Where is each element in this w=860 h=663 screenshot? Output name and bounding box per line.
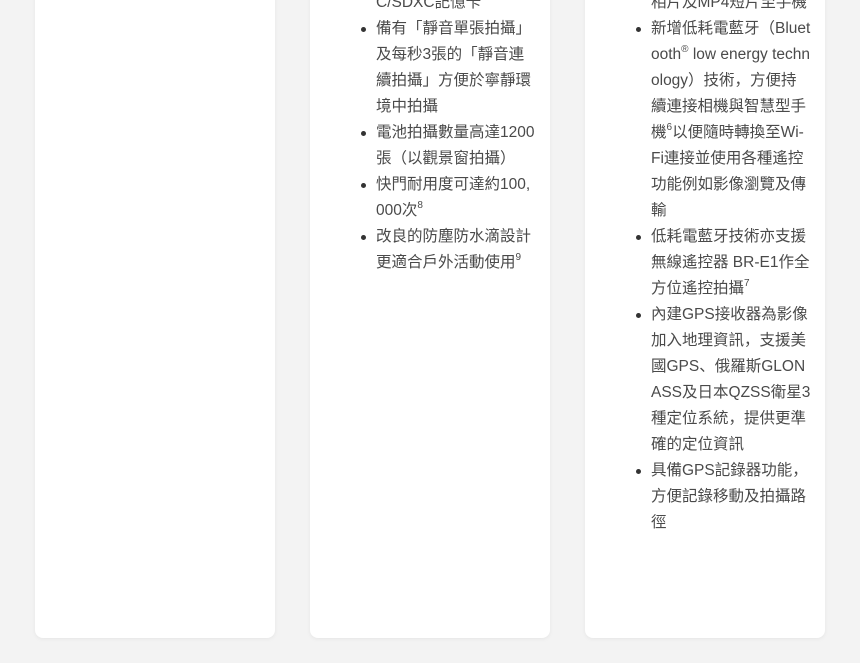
feature-item-smartphone-transfer: 智慧型手機瀏覽及儲存相片及MP4短片至手機 <box>651 0 811 16</box>
feature-item-text: 內建GPS接收器為影像加入地理資訊，支援美國GPS、俄羅斯GLONASS及日本Q… <box>651 306 811 453</box>
feature-item-shutter-durability: 快門耐用度可達約100,000次8 <box>361 172 536 224</box>
feature-item-text: 智慧型手機瀏覽及儲存相片及MP4短片至手機 <box>651 0 807 11</box>
footnote-marker: 9 <box>515 251 522 263</box>
feature-item-text: 備有「靜音單張拍攝」及每秒3張的「靜音連續拍攝」方便於寧靜環境中拍攝 <box>376 20 532 115</box>
feature-card-right: 智慧型手機瀏覽及儲存相片及MP4短片至手機 新增低耗電藍牙（Bluetooth®… <box>585 0 825 638</box>
feature-item-gps-receiver: 內建GPS接收器為影像加入地理資訊，支援美國GPS、俄羅斯GLONASS及日本Q… <box>636 302 811 458</box>
footnote-marker: 7 <box>744 277 750 289</box>
feature-item-weather-sealing: 改良的防塵防水滴設計更適合戶外活動使用9 <box>361 224 536 276</box>
feature-item-text: Class 3 相容SD/SDHC/SDXC記憶卡 <box>376 0 482 11</box>
feature-item-battery: 電池拍攝數量高達1200張（以觀景窗拍攝） <box>361 120 536 172</box>
feature-item-gps-logger: 具備GPS記錄器功能，方便記錄移動及拍攝路徑 <box>636 458 811 536</box>
feature-item-memory-card: Class 3 相容SD/SDHC/SDXC記憶卡 <box>376 0 536 16</box>
feature-item-remote-control: 低耗電藍牙技術亦支援無線遙控器 BR-E1作全方位遙控拍攝7 <box>636 224 811 302</box>
feature-item-bluetooth: 新增低耗電藍牙（Bluetooth® low energy technology… <box>636 16 811 224</box>
feature-item-text: 以便隨時轉換至Wi-Fi連接並使用各種遙控功能例如影像瀏覽及傳輸 <box>651 124 807 219</box>
feature-item-text: 具備GPS記錄器功能，方便記錄移動及拍攝路徑 <box>651 462 808 531</box>
feature-list: Class 3 相容SD/SDHC/SDXC記憶卡 備有「靜音單張拍攝」及每秒3… <box>361 0 536 276</box>
feature-item-text: 低耗電藍牙技術亦支援無線遙控器 BR-E1作全方位遙控拍攝 <box>651 228 810 297</box>
feature-item-text: 電池拍攝數量高達1200張（以觀景窗拍攝） <box>376 124 535 167</box>
feature-item-text: 改良的防塵防水滴設計更適合戶外活動使用 <box>376 228 532 271</box>
footnote-marker: 8 <box>417 199 423 211</box>
feature-card-left <box>35 0 275 638</box>
footnote-marker: 6 <box>666 121 673 133</box>
registered-mark: ® <box>681 43 689 55</box>
feature-card-middle: Class 3 相容SD/SDHC/SDXC記憶卡 備有「靜音單張拍攝」及每秒3… <box>310 0 550 638</box>
feature-list: 智慧型手機瀏覽及儲存相片及MP4短片至手機 新增低耗電藍牙（Bluetooth®… <box>636 0 811 536</box>
feature-item-silent-shooting: 備有「靜音單張拍攝」及每秒3張的「靜音連續拍攝」方便於寧靜環境中拍攝 <box>361 16 536 120</box>
page: Class 3 相容SD/SDHC/SDXC記憶卡 備有「靜音單張拍攝」及每秒3… <box>0 0 860 663</box>
feature-item-text: 快門耐用度可達約100,000次 <box>376 176 531 219</box>
